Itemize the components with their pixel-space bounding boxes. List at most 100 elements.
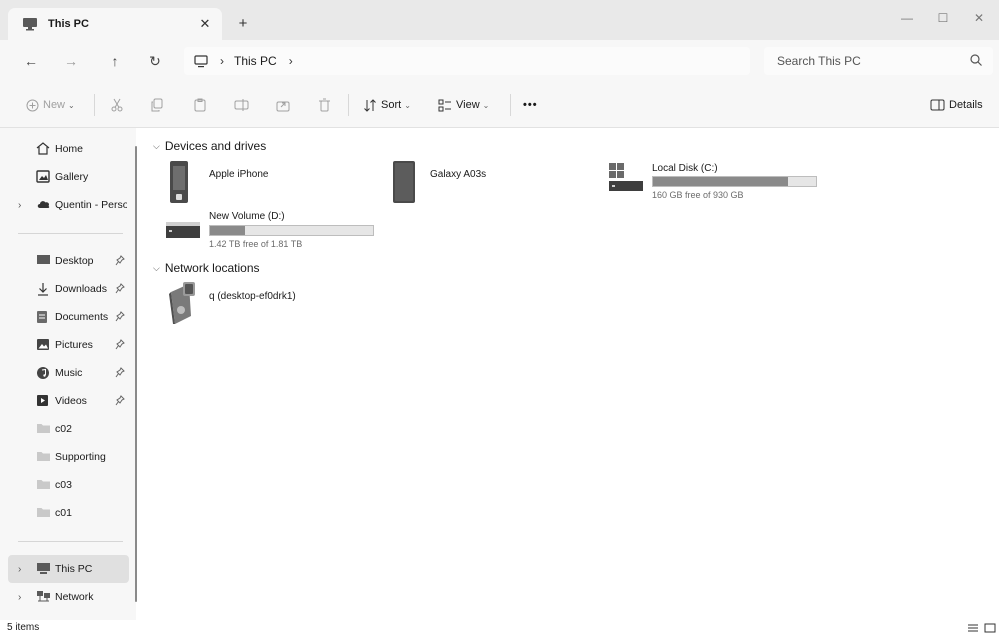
sidebar-item-desktop[interactable]: Desktop [8,247,129,275]
minimize-button[interactable]: — [896,9,918,27]
new-tab-button[interactable]: + [234,14,252,32]
sidebar-item-videos[interactable]: Videos [8,387,129,415]
navigation-bar: ← → ↑ ↻ › This PC › Search This PC [0,40,999,82]
computer-outline-icon [194,54,208,67]
sidebar-item-label: Quentin - Perso [55,199,127,211]
address-bar[interactable]: › This PC › [184,47,750,75]
forward-button[interactable]: → [60,50,82,72]
sidebar-item-label: c02 [55,423,72,435]
copy-icon [151,98,163,112]
expand-chevron[interactable]: › [18,200,21,211]
share-button[interactable] [276,95,290,115]
share-icon [276,101,290,112]
expand-chevron[interactable]: › [18,564,21,575]
sidebar-item-gallery[interactable]: Gallery [8,163,129,191]
cloud-icon [37,201,50,208]
chevron-down-icon: ⌵ [153,262,160,273]
sidebar-item-home[interactable]: Home [8,135,129,163]
refresh-button[interactable]: ↻ [144,50,166,72]
sidebar-item-downloads[interactable]: Downloads [8,275,129,303]
pictures-icon [37,339,49,350]
toolbar-divider [94,94,95,116]
up-button[interactable]: ↑ [104,50,126,72]
music-icon [37,367,49,379]
phone-icon [393,161,415,203]
sidebar-item-label: Gallery [55,171,89,183]
new-button[interactable]: New ⌄ [26,95,75,115]
view-icon [438,99,451,111]
sidebar-item-label: c03 [55,479,72,491]
search-box[interactable]: Search This PC [764,47,993,75]
breadcrumb-trailing-separator[interactable]: › [289,54,293,68]
details-button[interactable]: Details [930,95,983,115]
toolbar-divider [348,94,349,116]
drive-local-disk-c[interactable]: Local Disk (C:) 160 GB free of 930 GB [606,158,826,204]
chevron-down-icon: ⌄ [404,100,411,110]
command-bar: New ⌄ Sort ⌄ View ⌄ ••• Details [0,82,999,128]
gallery-icon [36,170,50,183]
sidebar-item-folder[interactable]: c02 [8,415,129,443]
network-location-q[interactable]: q (desktop-ef0drk1) [165,280,355,326]
chevron-down-icon: ⌄ [482,100,490,110]
phone-icon [170,161,188,203]
list-view-icon [968,624,978,631]
maximize-button[interactable]: ☐ [932,9,954,27]
drive-free-space: 1.42 TB free of 1.81 TB [209,239,303,249]
sort-button[interactable]: Sort ⌄ [363,95,411,115]
more-options-button[interactable]: ••• [523,95,538,115]
paste-button[interactable] [193,95,207,115]
sidebar-item-pictures[interactable]: Pictures [8,331,129,359]
tiles-view-button[interactable] [983,621,997,634]
pin-icon [115,255,125,266]
close-window-button[interactable]: ✕ [968,9,990,27]
group-header-devices[interactable]: ⌵ Devices and drives [153,139,266,153]
device-apple-iphone[interactable]: Apple iPhone [165,158,335,208]
chevron-down-icon: ⌄ [68,100,75,110]
hard-drive-icon [166,222,200,238]
tab-title: This PC [48,18,89,30]
sidebar-scrollbar[interactable] [135,146,137,602]
breadcrumb-separator: › [220,54,224,68]
network-drive-icon [169,282,195,324]
videos-icon [37,395,48,406]
folder-icon [37,480,50,489]
sidebar-item-folder[interactable]: c01 [8,499,129,527]
drive-new-volume-d[interactable]: New Volume (D:) 1.42 TB free of 1.81 TB [165,207,385,253]
tab-close-button[interactable]: ✕ [196,15,214,33]
download-icon [38,283,48,296]
sidebar-item-quentin-perso[interactable]: › Quentin - Perso [8,191,129,219]
sidebar-item-folder[interactable]: c03 [8,471,129,499]
documents-icon [37,311,47,323]
details-label: Details [949,99,983,111]
view-button[interactable]: View ⌄ [438,95,489,115]
cut-button[interactable] [110,95,124,115]
sidebar-item-folder[interactable]: Supporting [8,443,129,471]
sidebar-item-label: Home [55,143,84,155]
pin-icon [115,283,125,294]
view-label: View [456,99,480,111]
search-input[interactable]: Search This PC [777,54,861,68]
expand-chevron[interactable]: › [18,592,21,603]
sidebar-item-documents[interactable]: Documents [8,303,129,331]
details-view-button[interactable] [966,621,980,634]
group-title: Devices and drives [164,139,267,153]
sort-label: Sort [381,99,402,111]
copy-button[interactable] [150,95,164,115]
sidebar-item-network[interactable]: › Network [8,583,129,611]
status-bar: 5 items [0,620,999,636]
device-galaxy-a03s[interactable]: Galaxy A03s [390,158,560,208]
delete-button[interactable] [318,95,331,115]
group-header-network[interactable]: ⌵ Network locations [153,261,260,275]
storage-bar-fill [653,177,788,186]
tab-this-pc[interactable]: This PC ✕ [8,8,222,40]
sidebar-item-label: This PC [55,563,93,575]
network-icon [37,591,50,602]
sidebar-item-music[interactable]: Music [8,359,129,387]
sidebar-divider [18,541,123,542]
rename-button[interactable] [234,95,249,115]
sidebar-item-this-pc[interactable]: › This PC [8,555,129,583]
back-button[interactable]: ← [20,50,42,72]
pin-icon [115,395,125,406]
breadcrumb-this-pc[interactable]: This PC [234,54,277,68]
sidebar-item-label: Supporting [55,451,106,463]
